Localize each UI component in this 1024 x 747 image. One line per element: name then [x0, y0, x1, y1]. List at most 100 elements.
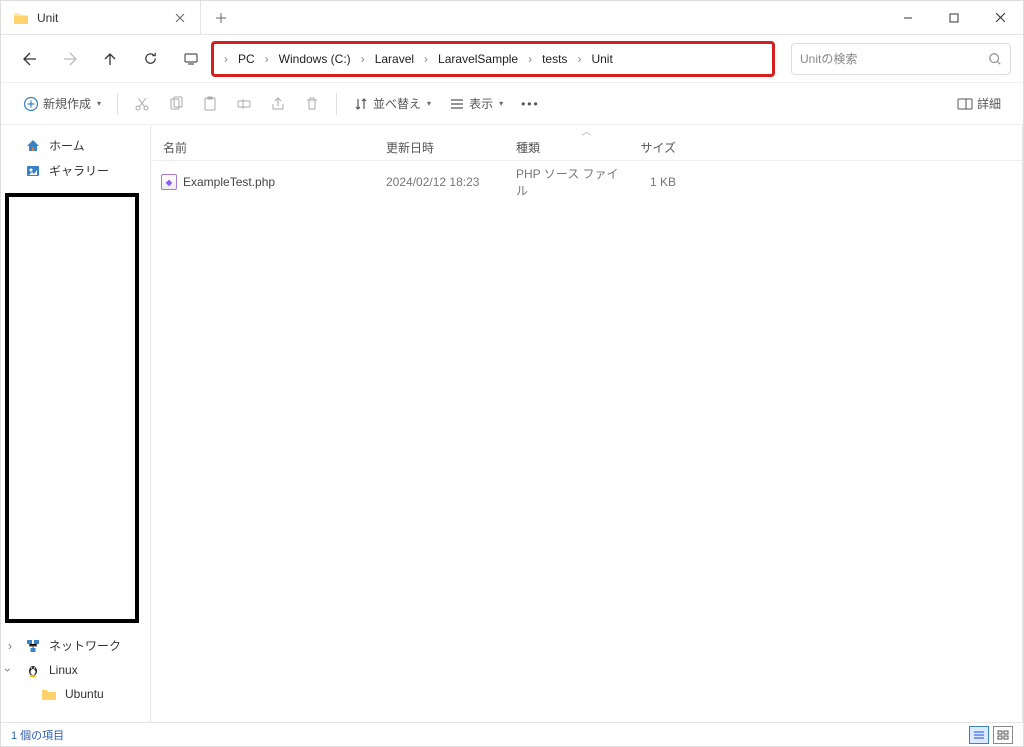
new-tab-button[interactable] [201, 1, 241, 34]
chevron-down-icon: ▾ [499, 99, 503, 108]
window-controls [885, 1, 1023, 34]
rename-button[interactable] [228, 92, 260, 116]
file-date: 2024/02/12 18:23 [386, 175, 516, 189]
view-thumbnails-button[interactable] [993, 726, 1013, 744]
delete-button[interactable] [296, 92, 328, 116]
chevron-right-icon: › [420, 52, 432, 66]
sidebar-item-ubuntu[interactable]: Ubuntu [1, 682, 150, 706]
sort-button[interactable]: 並べ替え ▾ [345, 91, 439, 116]
table-row[interactable]: ◆ ExampleTest.php 2024/02/12 18:23 PHP ソ… [151, 161, 1022, 203]
search-icon [988, 52, 1002, 66]
share-button[interactable] [262, 92, 294, 116]
toolbar: 新規作成 ▾ 並べ替え ▾ [1, 83, 1023, 125]
network-icon [25, 638, 41, 654]
window-tab[interactable]: Unit [1, 1, 201, 34]
file-size: 1 KB [621, 175, 686, 189]
chevron-right-icon: › [261, 52, 273, 66]
rename-icon [236, 96, 252, 112]
crumb-folder[interactable]: LaravelSample [432, 50, 524, 68]
linux-icon [25, 662, 41, 678]
file-list-pane: ︿ 名前 更新日時 種類 サイズ ◆ ExampleTest.php 2024/… [151, 125, 1023, 722]
chevron-right-icon[interactable]: › [8, 639, 12, 653]
cut-icon [134, 96, 150, 112]
sidebar-ubuntu-label: Ubuntu [65, 687, 104, 701]
item-count: 1 個の項目 [11, 727, 64, 743]
chevron-right-icon: › [573, 52, 585, 66]
more-button[interactable]: ••• [513, 93, 548, 115]
details-label: 詳細 [977, 95, 1001, 112]
pc-icon[interactable] [177, 45, 205, 73]
php-file-icon: ◆ [161, 174, 177, 190]
chevron-right-icon: › [220, 52, 232, 66]
forward-button[interactable] [53, 42, 87, 76]
sort-icon [353, 96, 369, 112]
search-input[interactable]: Unitの検索 [791, 43, 1011, 75]
home-icon [25, 138, 41, 154]
crumb-folder[interactable]: tests [536, 50, 573, 68]
folder-icon [41, 686, 57, 702]
details-pane-button[interactable]: 詳細 [949, 91, 1009, 116]
separator [117, 93, 118, 115]
copy-button[interactable] [160, 92, 192, 116]
column-name[interactable]: 名前 [151, 139, 386, 156]
sidebar-item-network[interactable]: › ネットワーク [1, 633, 150, 658]
crumb-pc[interactable]: PC [232, 50, 261, 68]
cut-button[interactable] [126, 92, 158, 116]
paste-icon [202, 96, 218, 112]
tab-title: Unit [37, 11, 164, 25]
separator [336, 93, 337, 115]
delete-icon [304, 96, 320, 112]
file-type: PHP ソース ファイル [516, 165, 621, 199]
address-row: › PC › Windows (C:) › Laravel › LaravelS… [1, 35, 1023, 83]
close-tab-icon[interactable] [172, 10, 188, 26]
view-label: 表示 [469, 95, 493, 112]
paste-button[interactable] [194, 92, 226, 116]
maximize-button[interactable] [931, 1, 977, 34]
crumb-current[interactable]: Unit [585, 50, 618, 68]
column-size[interactable]: サイズ [621, 139, 686, 156]
sidebar-item-home[interactable]: ホーム [1, 133, 150, 158]
column-type[interactable]: 種類 [516, 139, 621, 156]
breadcrumb[interactable]: › PC › Windows (C:) › Laravel › LaravelS… [211, 41, 775, 77]
up-button[interactable] [93, 42, 127, 76]
crumb-folder[interactable]: Laravel [369, 50, 420, 68]
titlebar: Unit [1, 1, 1023, 35]
column-date[interactable]: 更新日時 [386, 139, 516, 156]
redacted-region [5, 193, 139, 623]
refresh-button[interactable] [133, 42, 167, 76]
gallery-icon [25, 163, 41, 179]
close-window-button[interactable] [977, 1, 1023, 34]
folder-icon [13, 10, 29, 26]
sidebar-linux-label: Linux [49, 663, 78, 677]
statusbar: 1 個の項目 [1, 722, 1023, 746]
sidebar-item-gallery[interactable]: ギャラリー [1, 158, 150, 183]
copy-icon [168, 96, 184, 112]
plus-circle-icon [23, 96, 39, 112]
sort-label: 並べ替え [373, 95, 421, 112]
chevron-down-icon: ▾ [427, 99, 431, 108]
file-name: ExampleTest.php [183, 175, 275, 189]
main-area: ホーム ギャラリー › ネットワーク › Linux [1, 125, 1023, 722]
column-headers: 名前 更新日時 種類 サイズ [151, 135, 1022, 161]
search-placeholder: Unitの検索 [800, 50, 988, 67]
sidebar-gallery-label: ギャラリー [49, 162, 109, 179]
chevron-right-icon: › [524, 52, 536, 66]
new-button[interactable]: 新規作成 ▾ [15, 91, 109, 116]
chevron-down-icon: ▾ [97, 99, 101, 108]
new-label: 新規作成 [43, 95, 91, 112]
view-details-button[interactable] [969, 726, 989, 744]
more-icon: ••• [521, 97, 540, 111]
collapse-handle[interactable]: ︿ [151, 125, 1022, 135]
sidebar-item-linux[interactable]: › Linux [1, 658, 150, 682]
chevron-down-icon[interactable]: › [1, 668, 15, 672]
crumb-drive[interactable]: Windows (C:) [273, 50, 357, 68]
sidebar: ホーム ギャラリー › ネットワーク › Linux [1, 125, 151, 722]
view-button[interactable]: 表示 ▾ [441, 91, 511, 116]
view-mode-switch [969, 726, 1013, 744]
minimize-button[interactable] [885, 1, 931, 34]
sidebar-home-label: ホーム [49, 137, 85, 154]
back-button[interactable] [13, 42, 47, 76]
details-pane-icon [957, 96, 973, 112]
sidebar-network-label: ネットワーク [49, 637, 121, 654]
share-icon [270, 96, 286, 112]
